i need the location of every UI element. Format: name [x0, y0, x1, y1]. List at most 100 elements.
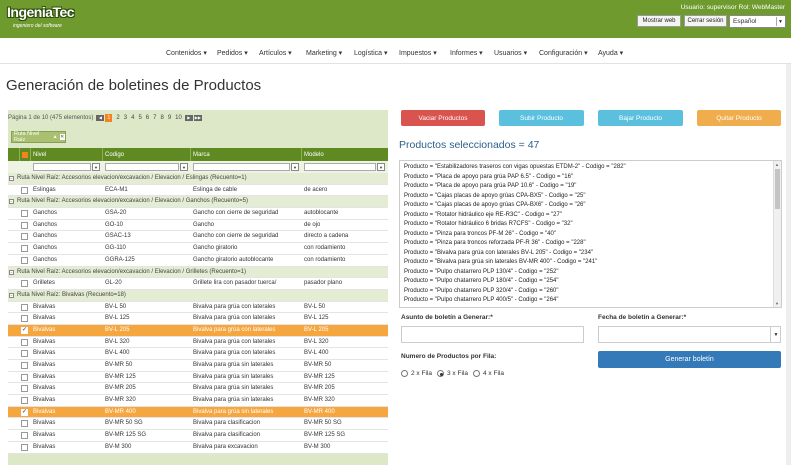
vaciar-productos-button[interactable]: Vaciar Productos — [401, 110, 485, 126]
producto-item[interactable]: Producto = "Rotator hidráulico eje RE-R3… — [404, 212, 562, 218]
radio-4-fila[interactable]: 4 x Fila — [473, 370, 504, 377]
row-checkbox[interactable] — [21, 432, 28, 440]
pager-last-icon[interactable]: ▶▶ — [193, 115, 202, 121]
producto-item[interactable]: Producto = "Pulpo chatarrero PLP 320/4" … — [404, 288, 559, 294]
bajar-producto-button[interactable]: Bajar Producto — [598, 110, 683, 126]
producto-item[interactable]: Producto = "Bivalva para grúa con latera… — [404, 250, 593, 256]
pager-page[interactable]: 4 — [131, 115, 134, 121]
fecha-input[interactable] — [598, 326, 781, 343]
nav-configuracion[interactable]: Configuración ▾ — [539, 49, 588, 57]
table-row[interactable]: Bivalvas BV-L 50 Bivalva para grúa con lat… — [8, 301, 388, 314]
table-row[interactable]: Ganchos GG-110 Gancho giratorio con rodamie… — [8, 243, 388, 255]
pager-page[interactable]: 3 — [124, 115, 127, 121]
pager-page[interactable]: 2 — [116, 115, 119, 121]
table-row[interactable]: Ganchos GSA-20 Gancho con cierre de seguri… — [8, 208, 388, 220]
pager-page[interactable]: 6 — [146, 115, 149, 121]
table-row[interactable]: Ganchos GGRA-125 Gancho giratorio autobloc… — [8, 254, 388, 267]
row-checkbox[interactable] — [21, 362, 28, 369]
group-row[interactable]: − Ruta Nivel Raíz: Accesorios elevacion/e… — [8, 196, 388, 209]
collapse-icon[interactable]: − — [9, 199, 14, 205]
language-select[interactable]: Español ▼ — [729, 15, 786, 28]
nav-pedidos[interactable]: Pedidos ▾ — [217, 49, 248, 57]
col-nivel[interactable]: Nivel — [31, 148, 103, 161]
asunto-input[interactable] — [401, 326, 584, 343]
table-row[interactable]: Bivalvas BV-L 205 Bivalva para grúa con la… — [8, 324, 388, 337]
producto-item[interactable]: Producto = "Pinza para troncos PF-M 26" … — [404, 231, 556, 237]
filter-marca-input[interactable] — [193, 163, 290, 171]
remove-group-icon[interactable]: ✕ — [59, 134, 65, 140]
scroll-thumb[interactable] — [775, 169, 780, 209]
grid-select-all[interactable] — [20, 148, 31, 161]
nav-contenidos[interactable]: Contenidos ▾ — [166, 49, 207, 57]
nav-impuestos[interactable]: Impuestos ▾ — [399, 49, 437, 57]
row-checkbox[interactable] — [21, 233, 28, 241]
filter-nivel-input[interactable] — [33, 163, 91, 171]
group-by-ruta-button[interactable]: Ruta Nivel Raíz ▲ ✕ — [11, 131, 66, 143]
table-row[interactable]: Eslingas ECA-M1 Eslinga de cable de acero — [8, 184, 388, 197]
producto-item[interactable]: Producto = "Cajas placas de apoyo grúas … — [404, 193, 586, 199]
producto-item[interactable]: Producto = "Rotator hidráulico 6 bridas … — [404, 221, 573, 227]
row-checkbox[interactable] — [21, 385, 28, 393]
pager-page[interactable]: 5 — [138, 115, 141, 121]
table-row[interactable]: Ganchos GO-10 Gancho de ojo — [8, 219, 388, 232]
nav-usuarios[interactable]: Usuarios ▾ — [494, 49, 527, 57]
nav-logistica[interactable]: Logística ▾ — [354, 49, 387, 57]
radio-3-fila-circle[interactable] — [437, 370, 444, 377]
filter-modelo-input[interactable] — [304, 163, 376, 171]
producto-item[interactable]: Producto = "Pulpo chatarrero PLP 180/4" … — [404, 278, 559, 284]
pager-page[interactable]: 8 — [160, 115, 163, 121]
filter-modelo-dropdown-icon[interactable]: ▼ — [377, 163, 385, 171]
list-scrollbar[interactable]: ▲ ▼ — [773, 161, 781, 307]
quitar-producto-button[interactable]: Quitar Producto — [697, 110, 781, 126]
row-checkbox[interactable] — [21, 373, 28, 381]
table-row[interactable]: Grilletes GL-20 Grillete lira con pasador … — [8, 278, 388, 290]
collapse-icon[interactable]: − — [9, 269, 14, 275]
productos-seleccionados-list[interactable]: Producto = "Estabilizadores traseros con… — [399, 160, 782, 308]
col-codigo[interactable]: Codigo — [103, 148, 191, 161]
row-checkbox[interactable] — [21, 443, 28, 451]
row-checkbox[interactable] — [21, 408, 28, 416]
collapse-icon[interactable]: − — [9, 292, 14, 298]
logo[interactable]: IngeniaTec ingeniero del software — [7, 4, 77, 34]
table-row[interactable]: Bivalvas BV-MR 50 SG Bivalva para clasific… — [8, 418, 388, 431]
producto-item[interactable]: Producto = "Bivalva para grúa sin latera… — [404, 259, 597, 265]
radio-2-fila[interactable]: 2 x Fila — [401, 370, 432, 377]
filter-nivel-dropdown-icon[interactable]: ▼ — [92, 163, 100, 171]
cerrar-sesion-button[interactable]: Cerrar sesión — [684, 15, 727, 27]
page-scrollbar[interactable] — [786, 64, 791, 465]
producto-item[interactable]: Producto = "Estabilizadores traseros con… — [404, 164, 626, 170]
group-row[interactable]: − Ruta Nivel Raíz: Accesorios elevacion/e… — [8, 266, 388, 279]
producto-item[interactable]: Producto = "Pulpo chatarrero PLP 130/4" … — [404, 269, 559, 275]
table-row[interactable]: Bivalvas BV-L 125 Bivalva para grúa con la… — [8, 313, 388, 325]
filter-marca-dropdown-icon[interactable]: ▼ — [291, 163, 299, 171]
producto-item[interactable]: Producto = "Placa de apoyo para grúa PAP… — [404, 174, 573, 180]
table-row[interactable]: Bivalvas BV-MR 400 Bivalva para grúa sin l… — [8, 406, 388, 419]
producto-item[interactable]: Producto = "Pinza para troncos reforzada… — [404, 240, 586, 246]
row-checkbox[interactable] — [21, 338, 28, 346]
table-row[interactable]: Bivalvas BV-M 300 Bivalva para excavacion B… — [8, 441, 388, 454]
group-row[interactable]: − Ruta Nivel Raíz: Accesorios elevacion/e… — [8, 173, 388, 185]
nav-informes[interactable]: Informes ▾ — [450, 49, 483, 57]
filter-codigo-dropdown-icon[interactable]: ▼ — [180, 163, 188, 171]
producto-item[interactable]: Producto = "Pulpo chatarrero PLP 400/5" … — [404, 297, 559, 303]
fecha-dropdown-icon[interactable]: ▼ — [770, 326, 781, 343]
row-checkbox[interactable] — [21, 186, 28, 194]
row-checkbox[interactable] — [21, 326, 28, 334]
row-checkbox[interactable] — [21, 315, 28, 323]
row-checkbox[interactable] — [21, 350, 28, 358]
mostrar-web-button[interactable]: Mostrar web — [637, 15, 681, 27]
row-checkbox[interactable] — [21, 245, 28, 253]
col-marca[interactable]: Marca — [191, 148, 302, 161]
row-checkbox[interactable] — [21, 256, 28, 264]
pager-page[interactable]: 9 — [168, 115, 171, 121]
collapse-icon[interactable]: − — [9, 176, 14, 181]
table-row[interactable]: Bivalvas BV-MR 125 SG Bivalva para clasifi… — [8, 430, 388, 442]
nav-ayuda[interactable]: Ayuda ▾ — [598, 49, 623, 57]
pager-current[interactable]: 1 — [105, 114, 113, 122]
nav-articulos[interactable]: Artículos ▾ — [259, 49, 292, 57]
table-row[interactable]: Bivalvas BV-L 400 Bivalva para grúa con la… — [8, 348, 388, 360]
row-checkbox[interactable] — [21, 397, 28, 405]
table-row[interactable]: Bivalvas BV-MR 125 Bivalva para grúa sin l… — [8, 371, 388, 384]
group-row[interactable]: − Ruta Nivel Raíz: Bivalvas (Recuento=18) — [8, 289, 388, 302]
generar-boletin-button[interactable]: Generar boletín — [598, 351, 781, 368]
